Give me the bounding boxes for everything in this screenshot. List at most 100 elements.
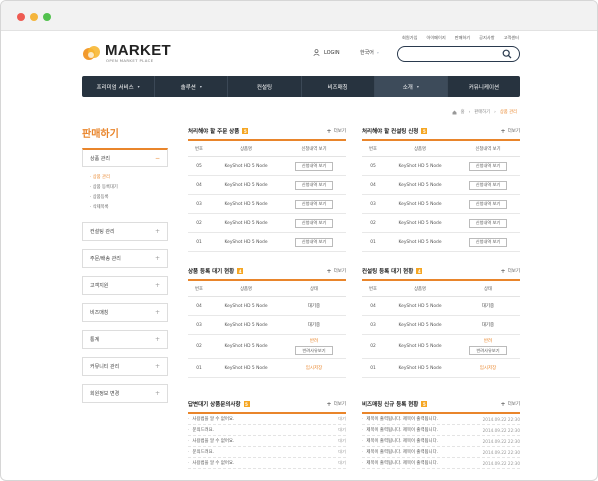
list-item[interactable]: · 사용법을 알 수 없어요. 대기 (188, 458, 346, 469)
list-item-date: 2014.09.22 22:30 (482, 449, 520, 455)
col-header: 상태 (484, 286, 492, 292)
status-text: 대기중 (481, 304, 495, 309)
reject-reason-button[interactable]: 반려사유보기 (295, 346, 333, 355)
list-item[interactable]: · 문의드려요. 대기 (188, 425, 346, 436)
list-item[interactable]: · 제목이 출력됩니다. 제목이 출력됩니다. 2014.09.22 22:30 (362, 414, 520, 425)
list-item[interactable]: · 제목이 출력됩니다. 제목이 출력됩니다. 2014.09.22 22:30 (362, 425, 520, 436)
sidebar-item-community[interactable]: 커뮤니티 관리 + (82, 357, 168, 376)
list-item-status: 대기 (338, 460, 346, 465)
site-logo[interactable]: MARKET OPEN MARKET PLACE (82, 43, 171, 65)
nav-biz-matching[interactable]: 비즈매칭 (302, 76, 375, 97)
sidebar-item-order[interactable]: 주문/배송 관리 + (82, 249, 168, 268)
list-item[interactable]: · 제목이 출력됩니다. 제목이 출력됩니다. 2014.09.22 22:30 (362, 447, 520, 458)
count-badge: 4 (416, 268, 423, 274)
breadcrumb-current: 상품 관리 (499, 110, 517, 115)
table-header: 번호 상품명 상태 (362, 281, 520, 297)
row-no: 01 (196, 239, 202, 245)
table-row: 03 KeyShot HD 5 Node 신청내역 보기 (188, 195, 346, 214)
status-text-draft: 임시저장 (479, 366, 497, 371)
more-link[interactable]: + 더보기 (501, 401, 520, 408)
nav-communication[interactable]: 커뮤니케이션 (448, 76, 520, 97)
submenu-label: 상품등록 (92, 195, 109, 200)
consulting-request-panel: 처리해야 할 컨설팅 신청 5 + 더보기 번호 상품명 신청내역 보기 05 KeySh… (362, 125, 520, 252)
table-row: 02 KeyShot HD 5 Node 반려 반려사유보기 (362, 335, 520, 359)
panel-title-text: 처리해야 할 컨설팅 신청 (362, 129, 419, 135)
list-item[interactable]: · 제목이 출력됩니다. 제목이 출력됩니다. 2014.09.22 22:30 (362, 458, 520, 469)
submenu-product-manage[interactable]: · 상품 관리 (90, 172, 168, 182)
list-item-text: 제목이 출력됩니다. 제목이 출력됩니다. (366, 417, 439, 422)
more-link[interactable]: + 더보기 (327, 128, 346, 135)
search-input[interactable] (406, 55, 506, 67)
view-request-button[interactable]: 신청내역 보기 (294, 161, 334, 171)
reject-reason-button[interactable]: 반려사유보기 (469, 346, 507, 355)
view-request-button[interactable]: 신청내역 보기 (468, 237, 508, 247)
util-link-notice[interactable]: 공지사항 (479, 35, 494, 41)
view-request-button[interactable]: 신청내역 보기 (468, 161, 508, 171)
sidebar-item-member[interactable]: 회원정보 변경 + (82, 384, 168, 403)
sidebar-item-consulting[interactable]: 컨설팅 관리 + (82, 222, 168, 241)
maximize-window-button[interactable] (43, 13, 51, 21)
submenu-deleted-list[interactable]: · 삭제목록 (90, 202, 168, 212)
list-item[interactable]: · 제목이 출력됩니다. 제목이 출력됩니다. 2014.09.22 22:30 (362, 436, 520, 447)
panel-header: 처리해야 할 주문 상품 5 + 더보기 (188, 125, 346, 137)
util-link-signup[interactable]: 회원가입 (402, 35, 417, 41)
search-icon[interactable] (502, 49, 512, 59)
more-label: 더보기 (333, 402, 346, 407)
view-request-button[interactable]: 신청내역 보기 (294, 199, 334, 209)
view-request-button[interactable]: 신청내역 보기 (294, 180, 334, 190)
list-item[interactable]: · 문의드려요. 대기 (188, 447, 346, 458)
breadcrumb-sell[interactable]: 판매하기 (474, 109, 490, 115)
language-select[interactable]: 한국어 ▾ (360, 49, 379, 56)
nav-consulting[interactable]: 컨설팅 (228, 76, 302, 97)
submenu-product-wait[interactable]: · 상품 등록대기 (90, 182, 168, 192)
plus-icon: + (154, 309, 160, 316)
list-item[interactable]: · 사용법을 알 수 없어요. 대기 (188, 414, 346, 425)
list-item[interactable]: · 사용법을 알 수 없어요. 대기 (188, 436, 346, 447)
row-name: KeyShot HD 5 Node (398, 220, 442, 226)
panel-header: 처리해야 할 컨설팅 신청 5 + 더보기 (362, 125, 520, 137)
more-link[interactable]: + 더보기 (327, 268, 346, 275)
logo-subtitle: OPEN MARKET PLACE (106, 58, 154, 63)
nav-intro[interactable]: 소개 ▾ (374, 76, 448, 97)
row-name: KeyShot HD 5 Node (224, 163, 268, 169)
row-name: KeyShot HD 5 Node (398, 365, 442, 371)
nav-solution[interactable]: 솔루션 ▾ (155, 76, 229, 97)
status-text: 대기중 (481, 323, 495, 328)
more-label: 더보기 (507, 269, 520, 274)
minimize-window-button[interactable] (30, 13, 38, 21)
view-request-button[interactable]: 신청내역 보기 (294, 237, 334, 247)
consulting-wait-table: 번호 상품명 상태 04 KeyShot HD 5 Node 대기중 03 KeyShot… (362, 281, 520, 378)
close-window-button[interactable] (17, 13, 25, 21)
view-request-button[interactable]: 신청내역 보기 (468, 218, 508, 228)
util-link-sell[interactable]: 판매하기 (455, 35, 470, 41)
submenu-label: 삭제목록 (92, 205, 109, 210)
view-request-button[interactable]: 신청내역 보기 (294, 218, 334, 228)
panel-title: 처리해야 할 주문 상품 5 (188, 127, 249, 135)
language-label: 한국어 (360, 50, 374, 56)
list-item-date: 2014.09.22 22:30 (482, 416, 520, 422)
sidebar-item-label: 주문/배송 관리 (90, 256, 121, 262)
panel-title: 비즈매칭 신규 등록 현황 5 (362, 400, 428, 408)
more-link[interactable]: + 더보기 (501, 128, 520, 135)
col-header: 신청내역 보기 (301, 146, 327, 152)
util-link-support[interactable]: 고객센터 (504, 35, 519, 41)
submenu-product-register[interactable]: · 상품등록 (90, 192, 168, 202)
util-link-mypage[interactable]: 아이페이지 (426, 35, 445, 41)
sidebar-item-product-manage[interactable]: 상품 관리 − (82, 148, 168, 167)
nav-premium-service[interactable]: 프리미엄 서비스 ▾ (82, 76, 156, 97)
sidebar-submenu: · 상품 관리 · 상품 등록대기 · 상품등록 · 삭제목록 (90, 172, 168, 212)
more-link[interactable]: + 더보기 (327, 401, 346, 408)
utility-links: 회원가입 아이페이지 판매하기 공지사항 고객센터 (402, 35, 519, 41)
row-no: 01 (196, 365, 202, 371)
login-link[interactable]: LOGIN (313, 49, 340, 56)
sidebar-item-stats[interactable]: 통계 + (82, 330, 168, 349)
order-product-panel: 처리해야 할 주문 상품 5 + 더보기 번호 상품명 신청내역 보기 05 KeySho… (188, 125, 346, 252)
view-request-button[interactable]: 신청내역 보기 (468, 199, 508, 209)
home-icon[interactable] (452, 110, 457, 115)
sidebar-item-support[interactable]: 고객지원 + (82, 276, 168, 295)
sidebar-item-biz[interactable]: 비즈매칭 + (82, 303, 168, 322)
breadcrumb-home[interactable]: 홈 (461, 109, 465, 115)
main-navigation: 프리미엄 서비스 ▾ 솔루션 ▾ 컨설팅 비즈매칭 소개 ▾ 커뮤니케이션 (82, 76, 520, 97)
more-link[interactable]: + 더보기 (501, 268, 520, 275)
view-request-button[interactable]: 신청내역 보기 (468, 180, 508, 190)
